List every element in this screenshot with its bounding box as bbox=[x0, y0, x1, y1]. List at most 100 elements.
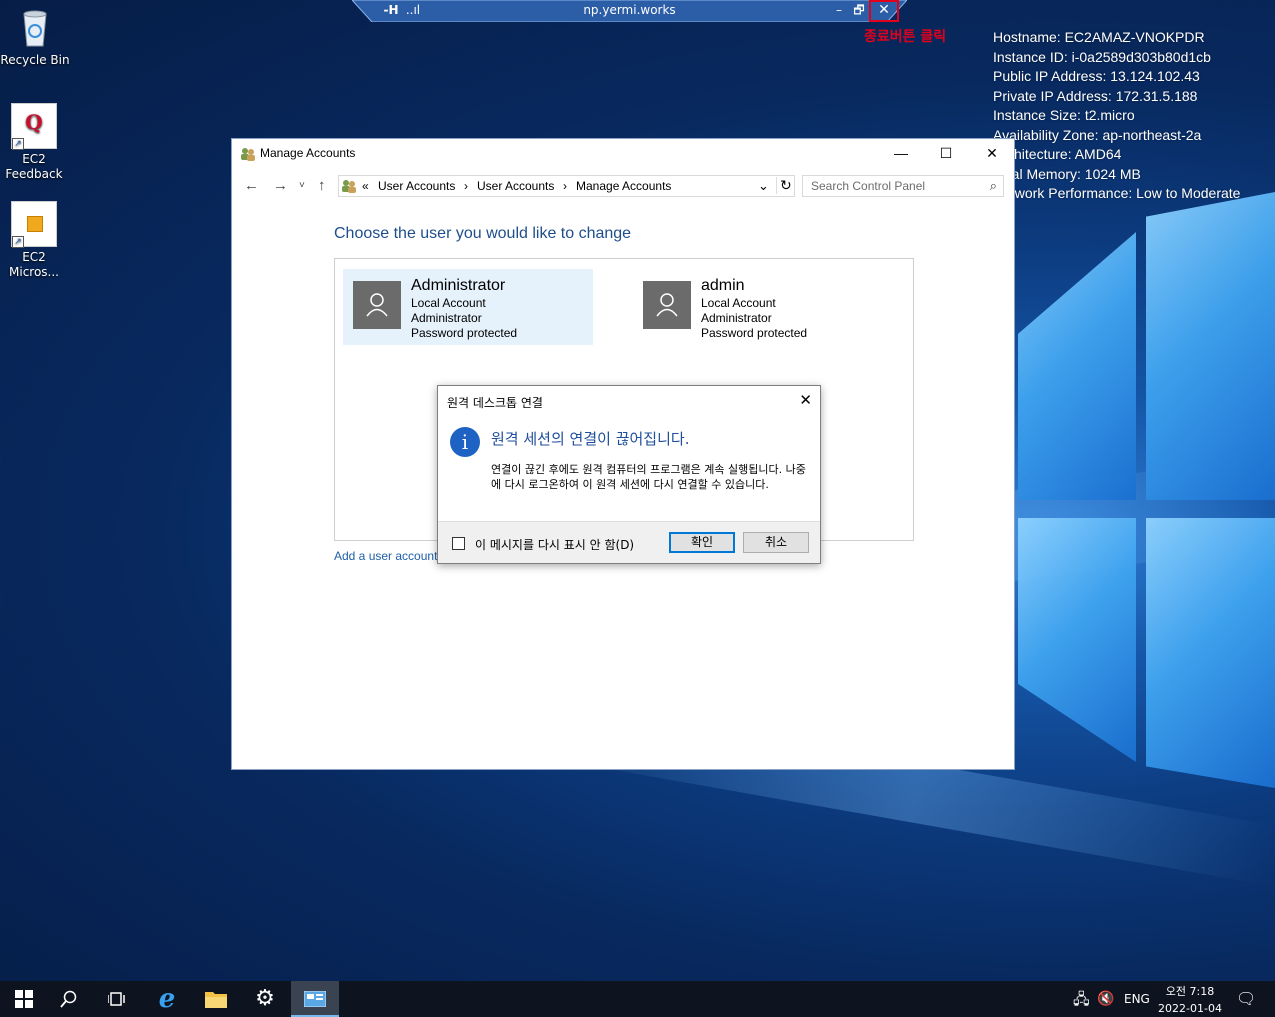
internet-explorer-button[interactable]: e bbox=[143, 981, 191, 1017]
info-line: Hostname: EC2AMAZ-VNOKPDR bbox=[993, 29, 1205, 45]
dialog-main-instruction: 원격 세션의 연결이 끊어집니다. bbox=[491, 430, 690, 448]
clock-date: 2022-01-04 bbox=[1158, 1002, 1222, 1015]
aws-box-icon: ↗ bbox=[11, 201, 57, 248]
clock-time: 오전 7:18 bbox=[1165, 985, 1215, 998]
refresh-icon[interactable]: ↻ bbox=[776, 177, 792, 194]
file-explorer-button[interactable] bbox=[192, 981, 240, 1017]
up-arrow-icon[interactable]: ↑ bbox=[318, 177, 326, 194]
volume-muted-icon[interactable]: 🔇 bbox=[1097, 981, 1114, 1017]
account-role: Administrator bbox=[411, 311, 482, 325]
network-icon[interactable]: 🖧 bbox=[1073, 981, 1090, 1017]
breadcrumb-user-accounts[interactable]: User Accounts bbox=[378, 179, 455, 193]
rdp-connection-bar[interactable]: -H ..ıl np.yermi.works – 🗗 bbox=[352, 0, 907, 22]
account-name: admin bbox=[701, 277, 745, 294]
account-tile-administrator[interactable]: Administrator Local Account Administrato… bbox=[343, 269, 593, 345]
internet-explorer-icon: e bbox=[158, 984, 176, 1014]
search-icon: ⌕ bbox=[989, 178, 997, 193]
close-button[interactable]: ✕ bbox=[969, 139, 1015, 169]
gear-icon: ⚙ bbox=[255, 986, 275, 1011]
close-button-annotation: 종료버튼 클릭 bbox=[864, 29, 947, 45]
users-icon bbox=[241, 148, 255, 161]
minimize-button[interactable]: — bbox=[878, 139, 924, 169]
info-line: Availability Zone: ap-northeast-2a bbox=[993, 126, 1202, 143]
user-avatar-icon bbox=[643, 281, 691, 329]
rdp-close-button[interactable]: ✕ bbox=[869, 0, 899, 22]
rdp-restore-button[interactable]: 🗗 bbox=[850, 2, 868, 18]
windows-logo-pane bbox=[1146, 192, 1275, 500]
dont-show-again-checkbox[interactable] bbox=[452, 537, 465, 550]
taskbar: e ⚙ 🖧 🔇 ENG 오전 7:18 2022-01-04 🗨 bbox=[0, 981, 1275, 1017]
rdp-disconnect-dialog: 원격 데스크톱 연결 ✕ i 원격 세션의 연결이 끊어집니다. 연결이 끊긴 … bbox=[437, 385, 821, 564]
info-line: Network Performance: Low to Moderate bbox=[993, 185, 1241, 201]
window-titlebar[interactable]: Manage Accounts — ☐ ✕ bbox=[232, 139, 1014, 169]
feedback-icon: Q ↗ bbox=[11, 103, 57, 150]
breadcrumb-separator: › bbox=[464, 179, 468, 193]
action-center-icon[interactable]: 🗨 bbox=[1236, 981, 1256, 1017]
info-line: Total Memory: 1024 MB bbox=[993, 165, 1141, 182]
input-language[interactable]: ENG bbox=[1124, 981, 1150, 1017]
windows-start-icon bbox=[15, 990, 33, 1008]
info-line: Architecture: AMD64 bbox=[993, 146, 1122, 162]
control-panel-icon bbox=[303, 990, 327, 1008]
dialog-footer: 이 메시지를 다시 표시 안 함(D) 확인 취소 bbox=[438, 521, 820, 563]
back-arrow-icon[interactable]: ← bbox=[244, 177, 259, 194]
rdp-host-title: np.yermi.works bbox=[583, 3, 676, 17]
info-line: Public IP Address: 13.124.102.43 bbox=[993, 68, 1200, 84]
info-line: Instance Size: t2.micro bbox=[993, 107, 1135, 123]
breadcrumb-overflow[interactable]: « bbox=[362, 179, 369, 193]
rdp-minimize-button[interactable]: – bbox=[830, 2, 848, 18]
windows-logo-pane bbox=[1018, 518, 1136, 762]
breadcrumb-user-accounts-2[interactable]: User Accounts bbox=[477, 179, 554, 193]
start-button[interactable] bbox=[0, 981, 48, 1017]
windows-logo-pane bbox=[1146, 518, 1275, 788]
maximize-button[interactable]: ☐ bbox=[923, 139, 969, 169]
recent-chevron-icon[interactable]: ˅ bbox=[299, 180, 305, 191]
desktop-icon-label: EC2 Micros... bbox=[9, 250, 59, 279]
dialog-close-button[interactable]: ✕ bbox=[799, 391, 812, 409]
folder-icon bbox=[205, 992, 227, 1008]
control-panel-taskbar-button[interactable] bbox=[291, 981, 339, 1017]
info-icon: i bbox=[450, 427, 480, 457]
account-type: Local Account bbox=[701, 296, 776, 310]
account-role: Administrator bbox=[701, 311, 772, 325]
search-placeholder: Search Control Panel bbox=[811, 179, 926, 193]
user-avatar-icon bbox=[353, 281, 401, 329]
taskbar-clock[interactable]: 오전 7:18 2022-01-04 bbox=[1150, 984, 1230, 1016]
dialog-body-text: 연결이 끊긴 후에도 원격 컴퓨터의 프로그램은 계속 실행됩니다. 나중에 다… bbox=[491, 463, 806, 491]
account-password-status: Password protected bbox=[701, 326, 808, 340]
account-password-status: Password protected bbox=[411, 326, 518, 340]
page-heading: Choose the user you would like to change bbox=[334, 225, 632, 242]
ec2-microsoft-desktop-icon[interactable]: ↗ EC2 Micros... bbox=[0, 201, 69, 280]
shortcut-arrow-icon: ↗ bbox=[12, 138, 24, 150]
task-view-button[interactable] bbox=[93, 981, 141, 1017]
recycle-bin-icon bbox=[12, 4, 58, 50]
search-icon bbox=[60, 990, 77, 1008]
ec2-feedback-desktop-icon[interactable]: Q ↗ EC2 Feedback bbox=[0, 103, 69, 182]
windows-logo-pane bbox=[1018, 232, 1136, 500]
add-user-account-link[interactable]: Add a user account bbox=[334, 549, 437, 563]
address-bar[interactable]: « User Accounts › User Accounts › Manage… bbox=[338, 175, 795, 197]
recycle-bin-desktop-icon[interactable]: Recycle Bin bbox=[0, 4, 70, 68]
info-line: Instance ID: i-0a2589d303b80d1cb bbox=[993, 48, 1211, 65]
desktop-icon-label: EC2 Feedback bbox=[5, 152, 63, 181]
ok-button[interactable]: 확인 bbox=[669, 532, 735, 553]
desktop-icon-label: Recycle Bin bbox=[0, 53, 70, 67]
settings-button[interactable]: ⚙ bbox=[241, 981, 289, 1017]
account-type: Local Account bbox=[411, 296, 486, 310]
dont-show-again-label[interactable]: 이 메시지를 다시 표시 안 함(D) bbox=[475, 536, 634, 553]
shortcut-arrow-icon: ↗ bbox=[12, 236, 24, 248]
users-icon bbox=[342, 180, 356, 193]
dialog-title: 원격 데스크톱 연결 bbox=[447, 396, 543, 410]
account-tile-admin[interactable]: admin Local Account Administrator Passwo… bbox=[633, 269, 883, 345]
search-taskbar-button[interactable] bbox=[45, 981, 93, 1017]
breadcrumb-manage-accounts[interactable]: Manage Accounts bbox=[576, 179, 671, 193]
address-dropdown-icon[interactable]: ⌄ bbox=[758, 178, 769, 194]
breadcrumb-separator: › bbox=[563, 179, 567, 193]
instance-info-panel: Hostname: EC2AMAZ-VNOKPDR Instance ID: i… bbox=[993, 28, 1240, 204]
cancel-button[interactable]: 취소 bbox=[743, 532, 809, 553]
task-view-icon bbox=[107, 992, 125, 1006]
search-input[interactable]: Search Control Panel ⌕ bbox=[802, 175, 1004, 197]
navigation-bar: ← → ˅ ↑ « User Accounts › User Accounts … bbox=[232, 171, 1014, 201]
forward-arrow-icon[interactable]: → bbox=[273, 177, 288, 194]
window-title: Manage Accounts bbox=[260, 146, 356, 160]
